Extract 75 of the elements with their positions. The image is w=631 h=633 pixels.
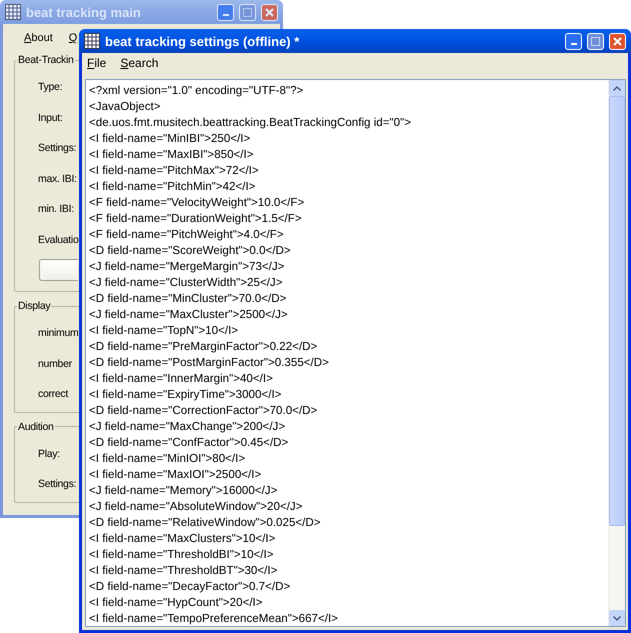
code-line: <I field-name="PitchMax">72</I>: [89, 163, 260, 179]
code-line: <J field-name="AbsoluteWindow">20</J>: [89, 499, 304, 515]
code-line: <I field-name="MaxIBI">850</I>: [89, 147, 255, 163]
code-line: <F field-name="DurationWeight">1.5</F>: [89, 211, 303, 227]
chevron-down-icon: [613, 616, 621, 620]
chevron-up-icon: [613, 86, 621, 90]
code-line: <I field-name="MinIOI">80</I>: [89, 451, 246, 467]
code-line: <JavaObject>: [89, 99, 162, 115]
code-line: <I field-name="MinIBI">250</I>: [89, 131, 252, 147]
scroll-down-button[interactable]: [609, 610, 625, 626]
menu-item[interactable]: Q: [68, 32, 78, 44]
code-line: <D field-name="MinCluster">70.0</D>: [89, 291, 288, 307]
code-line: <I field-name="MaxIOI">2500</I>: [89, 467, 262, 483]
code-line: <J field-name="Memory">16000</J>: [89, 483, 278, 499]
form-label: number: [38, 356, 72, 372]
minimize-button[interactable]: [565, 32, 582, 50]
code-line: <?xml version="1.0" encoding="UTF-8"?>: [89, 83, 304, 99]
close-button[interactable]: [261, 4, 278, 20]
close-icon: [265, 8, 274, 16]
close-icon: [613, 36, 622, 46]
button[interactable]: [39, 259, 78, 281]
minimize-button[interactable]: [217, 4, 234, 20]
form-label: max. IBI:: [38, 172, 77, 187]
code-line: <D field-name="PreMarginFactor">0.22</D>: [89, 339, 318, 355]
vertical-scrollbar[interactable]: [608, 80, 625, 626]
code-line: <D field-name="CorrectionFactor">70.0</D>: [89, 403, 318, 419]
code-line: <I field-name="HypCount">20</I>: [89, 595, 264, 611]
maximize-button[interactable]: [587, 32, 604, 50]
code-line: <J field-name="MaxCluster">2500</J>: [89, 307, 289, 323]
code-line: <D field-name="PostMarginFactor">0.355</D>: [89, 355, 330, 371]
window-title: beat tracking main: [26, 4, 142, 20]
maximize-icon: [591, 36, 600, 46]
form-label: Play:: [38, 446, 60, 462]
group-title: Display: [17, 300, 52, 312]
code-line: <I field-name="ExpiryTime">3000</I>: [89, 387, 282, 403]
code-line: <I field-name="TempoPreferenceMean">667</I>: [89, 611, 339, 626]
code-line: <J field-name="MaxChange">200</J>: [89, 419, 286, 435]
menu-item[interactable]: File: [87, 56, 106, 70]
code-line: <D field-name="DecayFactor">0.7</D>: [89, 579, 292, 595]
form-label: Evaluatio: [38, 232, 78, 248]
code-line: <F field-name="VelocityWeight">10.0</F>: [89, 195, 306, 211]
group-title: Audition: [17, 420, 55, 432]
maximize-button[interactable]: [239, 4, 256, 20]
group-title: Beat-Trackin: [17, 54, 75, 66]
form-label: Settings:: [38, 477, 76, 492]
form-label: Settings:: [38, 141, 76, 156]
code-line: <I field-name="InnerMargin">40</I>: [89, 371, 274, 387]
menu-item[interactable]: Search: [120, 56, 158, 70]
code-line: <I field-name="ThresholdBT">30</I>: [89, 563, 278, 579]
maximize-icon: [243, 8, 252, 16]
close-button[interactable]: [609, 32, 626, 50]
menu-item[interactable]: About: [24, 32, 53, 44]
window-title: beat tracking settings (offline) *: [105, 34, 300, 48]
code-line: <I field-name="MaxClusters">10</I>: [89, 531, 276, 547]
scroll-up-button[interactable]: [609, 80, 625, 96]
code-line: <I field-name="ThresholdBI">10</I>: [89, 547, 275, 563]
grid-icon: [84, 33, 100, 49]
code-line: <de.uos.fmt.musitech.beattracking.BeatTrackingConfig id="0">: [89, 115, 412, 131]
form-label: Input:: [38, 110, 62, 126]
form-label: correct: [38, 387, 68, 402]
code-line: <J field-name="MergeMargin">73</J>: [89, 259, 286, 275]
code-line: <D field-name="RelativeWindow">0.025</D>: [89, 515, 322, 531]
code-line: <D field-name="ScoreWeight">0.0</D>: [89, 243, 292, 259]
minimize-icon: [570, 43, 576, 45]
code-line: <D field-name="ConfFactor">0.45</D>: [89, 435, 290, 451]
form-label: minimum: [38, 326, 78, 342]
scroll-thumb[interactable]: [609, 96, 625, 526]
code-line: <J field-name="ClusterWidth">25</J>: [89, 275, 284, 291]
code-line: <F field-name="PitchWeight">4.0</F>: [89, 227, 285, 243]
minimize-icon: [222, 14, 228, 16]
code-line: <I field-name="PitchMin">42</I>: [89, 179, 256, 195]
code-line: <I field-name="TopN">10</I>: [89, 323, 240, 339]
form-label: min. IBI:: [38, 202, 74, 218]
form-label: Type:: [38, 80, 62, 96]
grid-icon: [5, 4, 21, 20]
